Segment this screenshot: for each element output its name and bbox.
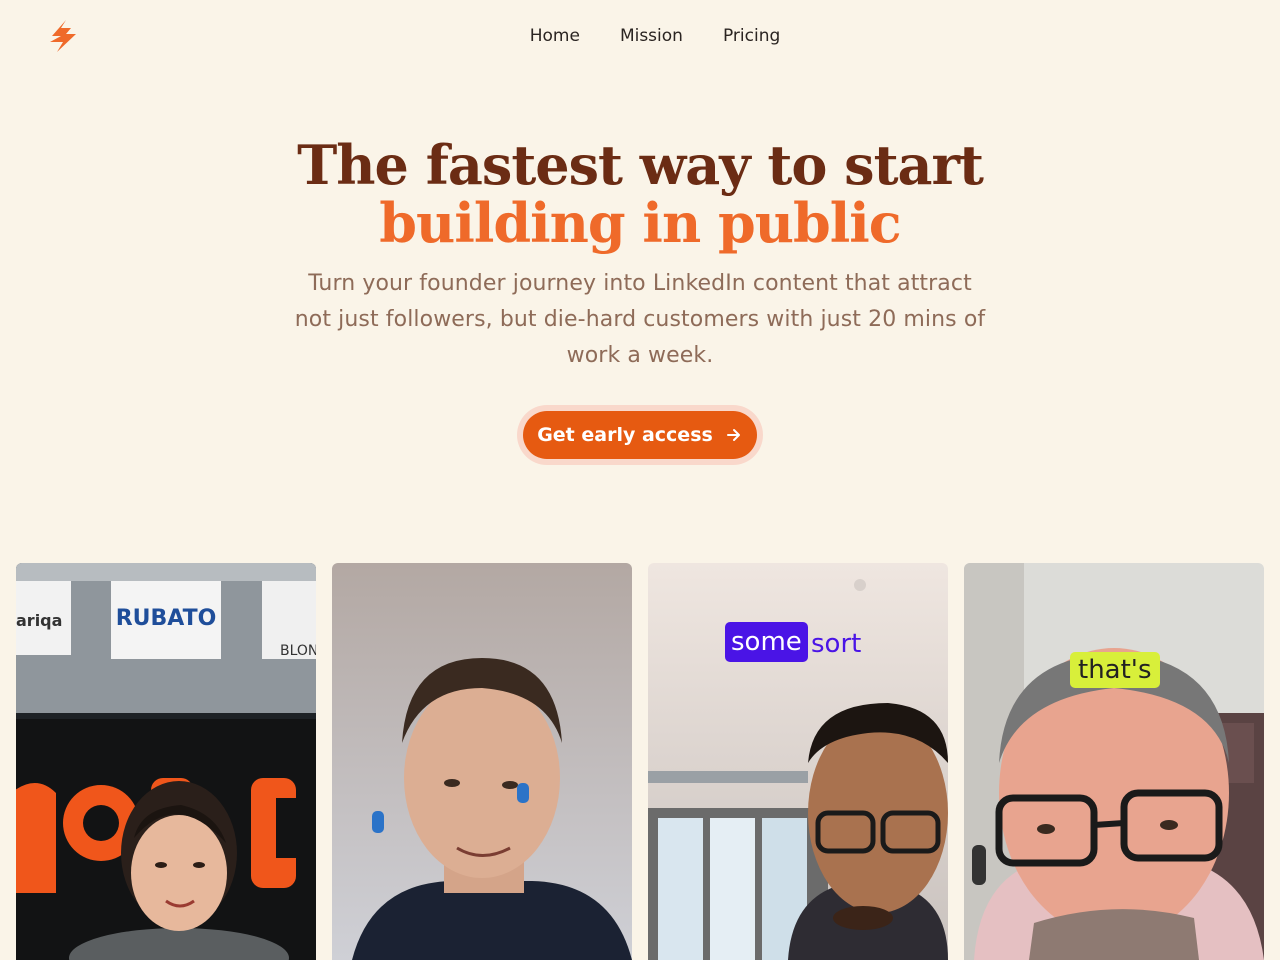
landing-page: Home Mission Pricing The fastest way to … (0, 0, 1280, 960)
video-thumbnail-4 (964, 563, 1264, 960)
nav-home-link[interactable]: Home (530, 24, 580, 48)
caption-word-some: some (725, 622, 808, 662)
nav-pricing-link[interactable]: Pricing (723, 24, 780, 48)
nav-mission-link[interactable]: Mission (620, 24, 683, 48)
top-nav: Home Mission Pricing (0, 24, 1280, 48)
caption-word-sort: sort (811, 629, 862, 659)
hero-title-line1: The fastest way to start (297, 133, 984, 197)
hero-subtitle: Turn your founder journey into LinkedIn … (294, 271, 986, 368)
cta-label: Get early access (537, 424, 713, 446)
video-card-1[interactable]: RUBATO ariqa BLON (16, 563, 316, 960)
banner-rubato: RUBATO (116, 606, 217, 631)
caption-word-thats: that's (1070, 652, 1160, 688)
video-gallery: RUBATO ariqa BLON some sort that's (16, 563, 1264, 960)
get-early-access-button[interactable]: Get early access (523, 411, 757, 459)
hero-title: The fastest way to start building in pub… (0, 136, 1280, 252)
video-thumbnail-2 (332, 563, 632, 960)
video-card-2[interactable] (332, 563, 632, 960)
cta-halo: Get early access (517, 405, 763, 465)
arrow-right-icon (726, 429, 740, 441)
video-thumbnail-1: RUBATO ariqa BLON (16, 563, 316, 960)
video-card-4[interactable]: that's (964, 563, 1264, 960)
banner-right: BLON (280, 643, 316, 659)
hero-title-line2: building in public (379, 191, 901, 255)
banner-left: ariqa (16, 611, 62, 630)
video-card-3[interactable]: some sort (648, 563, 948, 960)
